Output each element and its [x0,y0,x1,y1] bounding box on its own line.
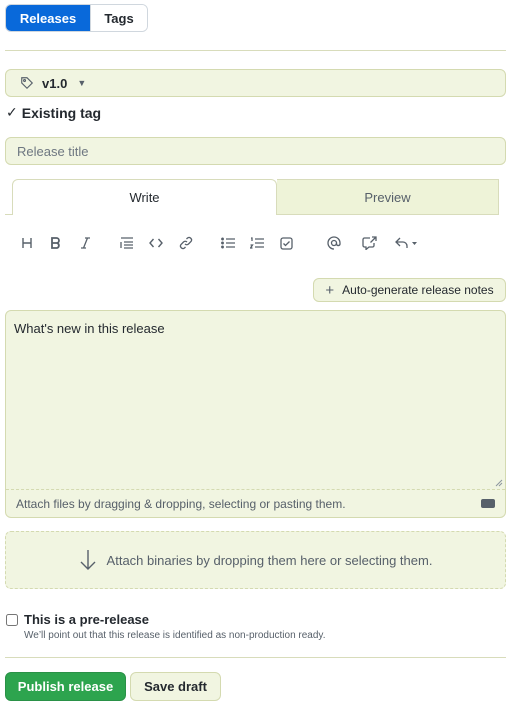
releases-tab[interactable]: Releases [6,5,90,31]
attach-files-hint[interactable]: Attach files by dragging & dropping, sel… [6,489,505,517]
tags-tab[interactable]: Tags [90,5,147,31]
heading-icon[interactable] [19,233,35,253]
arrow-down-icon [80,550,96,570]
publish-release-button[interactable]: Publish release [5,672,126,701]
tag-select[interactable]: v1.0 ▼ [5,69,506,97]
italic-icon[interactable] [77,233,93,253]
save-draft-button[interactable]: Save draft [130,672,221,701]
prerelease-label[interactable]: This is a pre-release [24,612,325,627]
release-description-input[interactable] [6,311,505,489]
tab-write[interactable]: Write [12,179,277,215]
unordered-list-icon[interactable] [220,233,236,253]
cross-reference-icon[interactable] [360,233,378,253]
auto-generate-notes-button[interactable]: + Auto-generate release notes [313,278,506,302]
mention-icon[interactable] [325,233,343,253]
tab-preview[interactable]: Preview [277,179,499,215]
tag-status: ✓ Existing tag [6,104,101,121]
editor-tabs: Write Preview [12,179,499,215]
attach-files-text: Attach files by dragging & dropping, sel… [16,496,346,511]
divider [5,50,506,51]
resize-grip-icon[interactable] [495,479,503,487]
prerelease-hint: We’ll point out that this release is ide… [24,630,326,641]
markdown-icon [481,499,495,508]
release-description-editor: Attach files by dragging & dropping, sel… [5,310,506,518]
tag-select-value: v1.0 [42,75,68,91]
plus-icon: + [325,281,335,299]
attach-binaries-text: Attach binaries by dropping them here or… [106,552,433,568]
code-icon[interactable] [148,233,164,253]
bold-icon[interactable] [47,233,63,253]
task-list-icon[interactable] [278,233,294,253]
tag-status-text: Existing tag [21,104,102,121]
ordered-list-icon[interactable] [249,233,265,253]
reply-icon[interactable] [394,233,420,253]
auto-generate-label: Auto-generate release notes [342,283,494,297]
quote-icon[interactable] [119,233,135,253]
prerelease-checkbox[interactable] [6,614,18,626]
chevron-down-icon: ▼ [77,78,87,88]
attach-binaries-dropzone[interactable]: Attach binaries by dropping them here or… [5,531,506,589]
release-title-input[interactable] [5,137,506,165]
link-icon[interactable] [178,233,194,253]
tag-icon [21,77,34,90]
prerelease-option: This is a pre-release We’ll point out th… [6,612,325,641]
check-icon: ✓ [6,104,18,120]
divider [5,657,506,658]
releases-tags-switch: Releases Tags [5,4,148,32]
